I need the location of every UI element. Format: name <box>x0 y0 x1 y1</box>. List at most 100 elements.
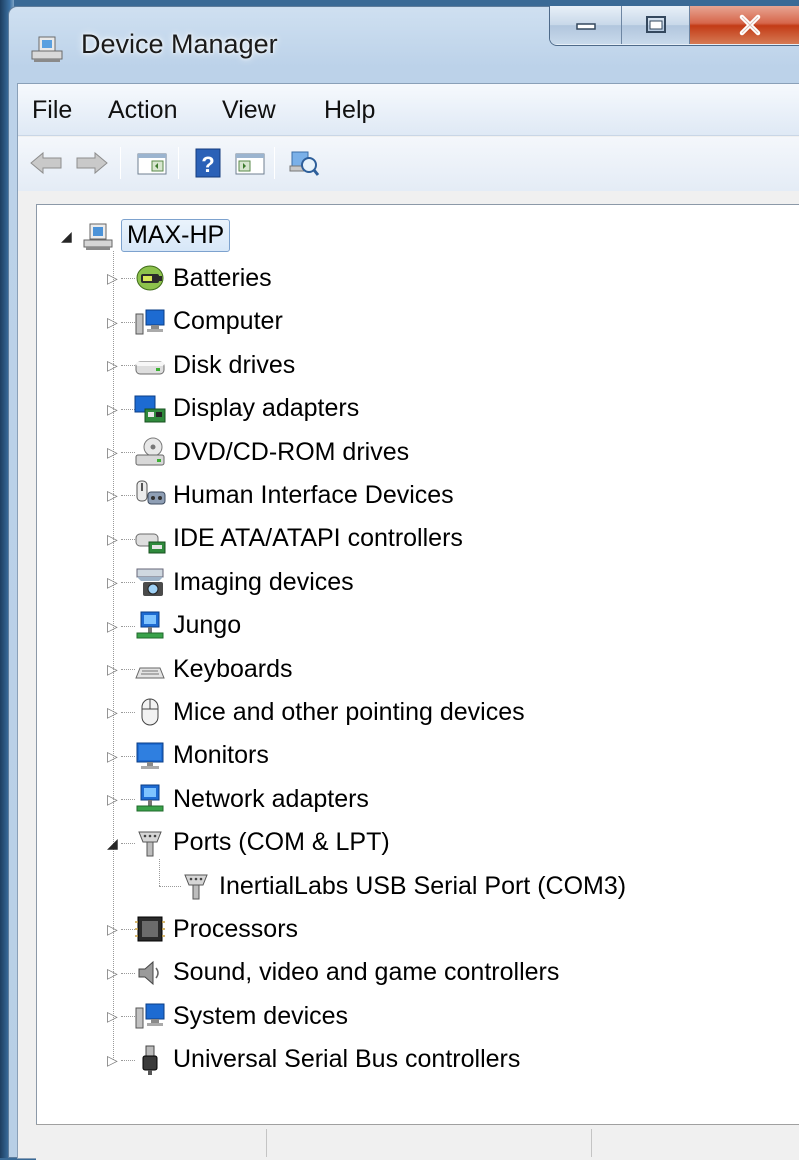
tree-device-node[interactable]: InertialLabs USB Serial Port (COM3) <box>179 866 626 906</box>
tree-node-label: IDE ATA/ATAPI controllers <box>173 524 463 553</box>
port-icon <box>184 874 208 900</box>
action-pane-button[interactable] <box>232 145 268 181</box>
expand-arrow-icon[interactable]: ▷ <box>107 532 118 546</box>
display-adapter-icon <box>134 395 166 423</box>
back-button[interactable] <box>28 145 64 181</box>
tree-node-label: Batteries <box>173 263 272 292</box>
minimize-button[interactable] <box>550 6 622 44</box>
console-tree-button[interactable] <box>134 145 170 181</box>
menu-file[interactable]: File <box>32 96 72 125</box>
expand-arrow-icon[interactable]: ▷ <box>107 488 118 502</box>
disk-drive-icon <box>135 361 165 375</box>
tree-node-label: DVD/CD-ROM drives <box>173 437 410 466</box>
toolbar-separator <box>178 147 179 179</box>
tree-node-label: InertialLabs USB Serial Port (COM3) <box>219 871 627 900</box>
status-bar <box>36 1124 799 1160</box>
tree-category-node[interactable]: IDE ATA/ATAPI controllers <box>133 519 463 559</box>
tree-category-node[interactable]: Human Interface Devices <box>133 475 454 515</box>
tree-category-node[interactable]: Disk drives <box>133 345 295 385</box>
device-tree[interactable]: ◢ MAX-HP ▷ Batteries ▷ Computer ▷ Disk drives ▷ D… <box>36 204 799 1142</box>
collapse-arrow-icon[interactable]: ◢ <box>107 836 118 850</box>
toolbar-separator <box>120 147 121 179</box>
close-button[interactable] <box>690 6 799 44</box>
caption-buttons <box>549 6 799 46</box>
menu-help[interactable]: Help <box>324 96 375 125</box>
expand-arrow-icon[interactable]: ▷ <box>107 705 118 719</box>
tree-category-node[interactable]: System devices <box>133 996 348 1036</box>
computer-monitor-icon <box>135 309 165 335</box>
menu-view[interactable]: View <box>222 96 276 125</box>
expand-arrow-icon[interactable]: ▷ <box>107 792 118 806</box>
system-device-icon <box>135 1003 165 1029</box>
computer-icon <box>83 223 113 250</box>
expand-arrow-icon[interactable]: ▷ <box>107 445 118 459</box>
usb-icon <box>142 1045 158 1075</box>
tree-category-node[interactable]: Network adapters <box>133 779 369 819</box>
device-manager-window: Device Manager File Action View Help ? ◢… <box>8 6 799 1160</box>
tree-category-node[interactable]: Jungo <box>133 606 241 646</box>
expand-arrow-icon[interactable]: ▷ <box>107 575 118 589</box>
tree-category-node[interactable]: Display adapters <box>133 389 359 429</box>
expand-arrow-icon[interactable]: ▷ <box>107 1009 118 1023</box>
show-hide-action-pane-icon <box>235 153 265 175</box>
title-bar[interactable]: Device Manager <box>9 6 799 81</box>
tree-node-label: Human Interface Devices <box>173 480 454 509</box>
expand-arrow-icon[interactable]: ▷ <box>107 749 118 763</box>
ide-controller-icon <box>135 533 166 554</box>
tree-root-node[interactable]: MAX-HP <box>81 215 231 255</box>
battery-icon <box>136 265 164 291</box>
speaker-icon <box>138 960 159 985</box>
tree-node-label: Jungo <box>173 611 242 640</box>
expand-arrow-icon[interactable]: ▷ <box>107 619 118 633</box>
tree-node-label: Keyboards <box>173 654 293 683</box>
expand-arrow-icon[interactable]: ▷ <box>107 1053 118 1067</box>
help-button[interactable]: ? <box>190 145 226 181</box>
tree-connector <box>159 886 181 887</box>
scan-hardware-button[interactable] <box>286 145 322 181</box>
tree-category-node[interactable]: Imaging devices <box>133 562 354 602</box>
hid-icon <box>136 480 166 505</box>
tree-category-node[interactable]: Batteries <box>133 258 272 298</box>
tree-node-label: Mice and other pointing devices <box>173 697 525 726</box>
tree-node-label: Monitors <box>173 741 269 770</box>
tree-category-node[interactable]: Ports (COM & LPT) <box>133 823 390 863</box>
expand-arrow-icon[interactable]: ▷ <box>107 271 118 285</box>
expand-arrow-icon[interactable]: ▷ <box>107 358 118 372</box>
imaging-device-icon <box>136 568 164 597</box>
tree-category-node[interactable]: Computer <box>133 302 283 342</box>
tree-category-node[interactable]: Monitors <box>133 736 269 776</box>
expand-arrow-icon[interactable]: ▷ <box>107 966 118 980</box>
forward-arrow-icon <box>76 151 108 175</box>
tree-category-node[interactable]: Mice and other pointing devices <box>133 692 525 732</box>
back-arrow-icon <box>30 151 62 175</box>
status-bar-pane <box>266 1129 591 1157</box>
tree-node-label: Universal Serial Bus controllers <box>173 1045 521 1074</box>
collapse-arrow-icon[interactable]: ◢ <box>61 229 72 243</box>
client-area: File Action View Help ? ◢ MAX-HP ▷ Batte… <box>17 83 799 1160</box>
tree-node-label: Sound, video and game controllers <box>173 958 560 987</box>
tree-category-node[interactable]: Universal Serial Bus controllers <box>133 1040 520 1080</box>
tree-node-label: Processors <box>173 914 299 943</box>
tree-category-node[interactable]: DVD/CD-ROM drives <box>133 432 409 472</box>
scan-hardware-changes-icon <box>289 151 320 176</box>
tree-node-label: Display adapters <box>173 394 360 423</box>
toolbar: ? <box>18 137 799 191</box>
processor-icon <box>135 916 165 942</box>
tree-node-label: System devices <box>173 1001 349 1030</box>
expand-arrow-icon[interactable]: ▷ <box>107 662 118 676</box>
maximize-button[interactable] <box>622 6 690 44</box>
expand-arrow-icon[interactable]: ▷ <box>107 922 118 936</box>
expand-arrow-icon[interactable]: ▷ <box>107 402 118 416</box>
tree-category-node[interactable]: Sound, video and game controllers <box>133 953 559 993</box>
help-icon: ? <box>195 148 221 178</box>
forward-button[interactable] <box>74 145 110 181</box>
tree-category-node[interactable]: Keyboards <box>133 649 293 689</box>
tree-node-label: Disk drives <box>173 350 296 379</box>
toolbar-separator <box>274 147 275 179</box>
tree-category-node[interactable]: Processors <box>133 909 298 949</box>
menu-action[interactable]: Action <box>108 96 177 125</box>
keyboard-icon <box>135 667 165 679</box>
expand-arrow-icon[interactable]: ▷ <box>107 315 118 329</box>
port-icon <box>138 831 162 857</box>
tree-node-label: Computer <box>173 307 283 336</box>
